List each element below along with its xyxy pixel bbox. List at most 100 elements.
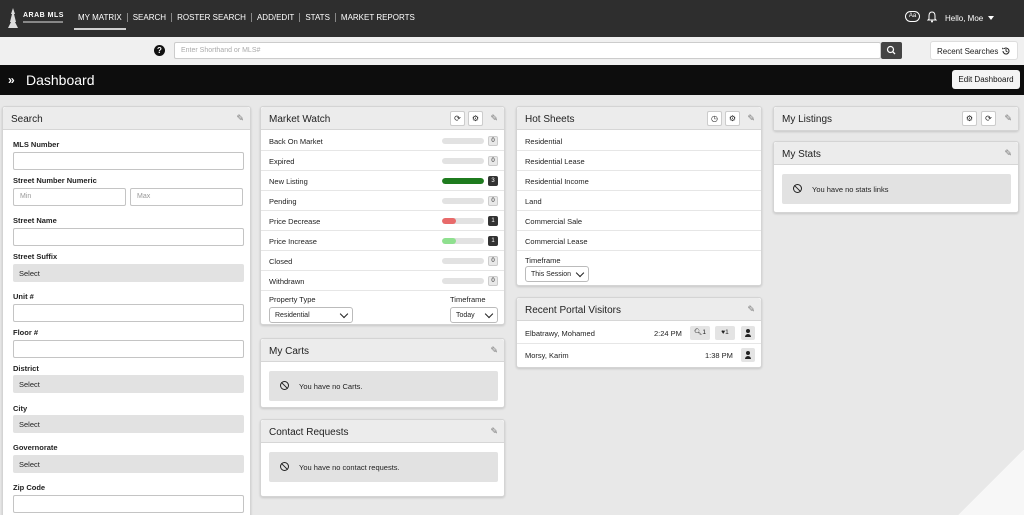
property-type-value: Residential (275, 312, 310, 319)
pin-icon[interactable]: ✎ (1004, 148, 1012, 159)
floor-input[interactable] (13, 340, 244, 358)
pin-icon[interactable]: ✎ (747, 304, 755, 315)
market-watch-count[interactable]: 0 (488, 136, 498, 146)
visitor-row[interactable]: Morsy, Karim 1:38 PM (517, 344, 761, 366)
nav-add-edit[interactable]: ADD/EDIT (252, 13, 301, 22)
market-watch-count[interactable]: 0 (488, 156, 498, 166)
market-watch-label[interactable]: New Listing (269, 177, 308, 186)
searches-chip[interactable]: 🔍︎1 (690, 326, 710, 340)
market-watch-label[interactable]: Price Decrease (269, 217, 320, 226)
market-watch-label[interactable]: Expired (269, 157, 294, 166)
hot-sheet-row[interactable]: Commercial Lease (517, 231, 761, 251)
market-watch-row[interactable]: Expired 0 (261, 151, 504, 171)
nav-my-matrix[interactable]: MY MATRIX (74, 13, 128, 30)
pin-icon[interactable]: ✎ (1004, 113, 1012, 124)
tower-logo-icon (8, 8, 18, 28)
gear-icon[interactable]: ⚙ (962, 111, 977, 126)
hot-sheet-row[interactable]: Residential Income (517, 171, 761, 191)
recent-searches-button[interactable]: Recent Searches (930, 41, 1018, 60)
street-number-label: Street Number Numeric (13, 176, 97, 185)
nav-search[interactable]: SEARCH (128, 13, 173, 22)
governorate-select[interactable]: Select (13, 455, 244, 473)
hot-sheets-timeframe-label: Timeframe (525, 256, 561, 265)
hot-sheet-row[interactable]: Commercial Sale (517, 211, 761, 231)
shorthand-input[interactable]: Enter Shorthand or MLS# (174, 42, 881, 59)
my-stats-header: My Stats ✎ (774, 142, 1018, 165)
pin-icon[interactable]: ✎ (490, 345, 498, 356)
hot-sheet-label[interactable]: Commercial Sale (525, 217, 582, 226)
gear-icon[interactable]: ⚙ (725, 111, 740, 126)
street-name-input[interactable] (13, 228, 244, 246)
user-icon[interactable] (741, 326, 755, 340)
nav-stats[interactable]: STATS (300, 13, 336, 22)
bell-icon[interactable] (927, 11, 937, 23)
gear-icon[interactable]: ⚙ (468, 111, 483, 126)
edit-dashboard-button[interactable]: Edit Dashboard (952, 70, 1020, 89)
market-watch-count[interactable]: 3 (488, 176, 498, 186)
unit-input[interactable] (13, 304, 244, 322)
market-watch-header: Market Watch ⟳ ⚙ ✎ (261, 107, 504, 130)
hot-sheet-label[interactable]: Land (525, 197, 542, 206)
nav-roster-search[interactable]: ROSTER SEARCH (172, 13, 252, 22)
favorites-chip[interactable]: ♥1 (715, 326, 735, 340)
hot-sheet-label[interactable]: Residential (525, 137, 562, 146)
hot-sheet-row[interactable]: Residential Lease (517, 151, 761, 171)
market-watch-label[interactable]: Back On Market (269, 137, 323, 146)
font-size-toggle[interactable]: Aa (905, 11, 920, 22)
market-watch-count[interactable]: 1 (488, 216, 498, 226)
user-greeting[interactable]: Hello, Moe (945, 14, 983, 23)
clock-icon[interactable]: ◷ (707, 111, 722, 126)
market-watch-row[interactable]: New Listing 3 (261, 171, 504, 191)
ban-icon (280, 381, 289, 390)
hot-sheet-label[interactable]: Residential Income (525, 177, 589, 186)
page-title: Dashboard (26, 72, 95, 88)
arab-mls-logo[interactable]: ARAB MLS (6, 8, 64, 30)
pin-icon[interactable]: ✎ (747, 113, 755, 124)
visitor-name[interactable]: Elbatrawy, Mohamed (525, 329, 595, 338)
recent-portal-visitors-panel: Recent Portal Visitors ✎ Elbatrawy, Moha… (516, 297, 762, 368)
search-button[interactable] (881, 42, 902, 59)
hot-sheet-row[interactable]: Land (517, 191, 761, 211)
timeframe-select[interactable]: Today (450, 307, 498, 323)
property-type-select[interactable]: Residential (269, 307, 353, 323)
double-chevron-right-icon[interactable]: » (8, 73, 15, 87)
help-icon[interactable]: ? (154, 45, 165, 56)
hot-sheet-label[interactable]: Commercial Lease (525, 237, 588, 246)
visitor-row[interactable]: Elbatrawy, Mohamed 2:24 PM 🔍︎1 ♥1 (517, 322, 761, 344)
market-watch-count[interactable]: 0 (488, 196, 498, 206)
market-watch-label[interactable]: Closed (269, 257, 292, 266)
zip-code-input[interactable] (13, 495, 244, 513)
nav-market-reports[interactable]: MARKET REPORTS (336, 13, 420, 22)
market-watch-count[interactable]: 0 (488, 256, 498, 266)
market-watch-row[interactable]: Withdrawn 0 (261, 271, 504, 291)
hot-sheets-timeframe-select[interactable]: This Session (525, 266, 589, 282)
chevron-down-icon[interactable] (988, 16, 994, 20)
street-suffix-select[interactable]: Select (13, 264, 244, 282)
refresh-icon[interactable]: ⟳ (981, 111, 996, 126)
market-watch-row[interactable]: Closed 0 (261, 251, 504, 271)
pin-icon[interactable]: ✎ (490, 426, 498, 437)
street-number-max-input[interactable]: Max (130, 188, 243, 206)
district-select[interactable]: Select (13, 375, 244, 393)
pin-icon[interactable]: ✎ (490, 113, 498, 124)
market-watch-row[interactable]: Price Increase 1 (261, 231, 504, 251)
market-watch-label[interactable]: Pending (269, 197, 297, 206)
search-icon (886, 45, 896, 55)
city-select[interactable]: Select (13, 415, 244, 433)
hot-sheet-row[interactable]: Residential (517, 131, 761, 151)
hot-sheet-label[interactable]: Residential Lease (525, 157, 585, 166)
market-watch-count[interactable]: 1 (488, 236, 498, 246)
market-watch-label[interactable]: Withdrawn (269, 277, 304, 286)
market-watch-row[interactable]: Back On Market 0 (261, 131, 504, 151)
brand-name: ARAB MLS (23, 12, 64, 19)
pin-icon[interactable]: ✎ (236, 113, 244, 124)
market-watch-label[interactable]: Price Increase (269, 237, 317, 246)
visitor-name[interactable]: Morsy, Karim (525, 351, 569, 360)
street-number-min-input[interactable]: Min (13, 188, 126, 206)
market-watch-row[interactable]: Price Decrease 1 (261, 211, 504, 231)
market-watch-row[interactable]: Pending 0 (261, 191, 504, 211)
mls-number-input[interactable] (13, 152, 244, 170)
market-watch-count[interactable]: 0 (488, 276, 498, 286)
refresh-icon[interactable]: ⟳ (450, 111, 465, 126)
user-icon[interactable] (741, 348, 755, 362)
